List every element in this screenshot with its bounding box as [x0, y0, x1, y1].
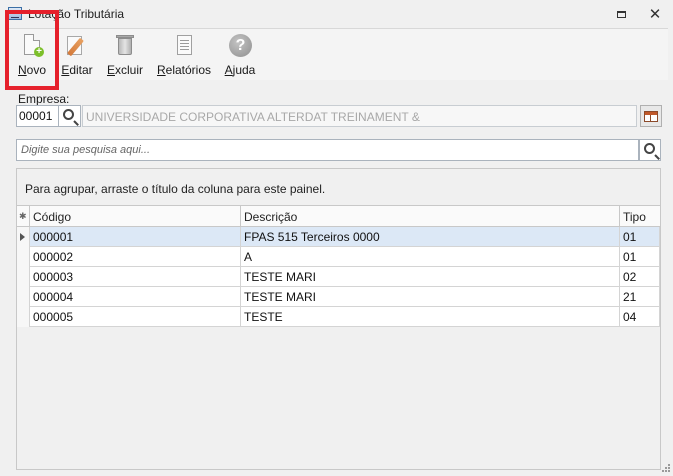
column-header-descricao[interactable]: Descrição	[241, 206, 620, 227]
column-header-codigo[interactable]: Código	[30, 206, 241, 227]
new-document-icon: +	[19, 33, 45, 59]
table-icon	[644, 111, 658, 122]
table-row[interactable]: 000005 TESTE 04	[17, 307, 660, 327]
table-row[interactable]: 000004 TESTE MARI 21	[17, 287, 660, 307]
cell-codigo: 000002	[30, 247, 241, 267]
row-indicator	[17, 267, 30, 287]
current-row-arrow-icon	[20, 233, 25, 241]
row-indicator	[17, 227, 30, 247]
excluir-label: xcluir	[115, 63, 144, 77]
grid-header: ✱ Código Descrição Tipo	[17, 206, 660, 227]
novo-label: ovo	[26, 63, 47, 77]
cell-descricao: TESTE MARI	[241, 287, 620, 307]
row-indicator	[17, 247, 30, 267]
novo-accel: N	[17, 63, 27, 77]
editar-label: ditar	[69, 63, 93, 77]
cell-tipo: 04	[620, 307, 660, 327]
search-input[interactable]: Digite sua pesquisa aqui...	[16, 139, 639, 161]
ajuda-button[interactable]: ? Ajuda	[222, 33, 258, 77]
cell-tipo: 01	[620, 247, 660, 267]
relatorios-label: elatórios	[165, 63, 212, 77]
restore-button[interactable]	[610, 5, 632, 23]
table-row[interactable]: 000003 TESTE MARI 02	[17, 267, 660, 287]
ajuda-accel: A	[224, 63, 233, 77]
editar-button[interactable]: Editar	[60, 33, 94, 77]
cell-descricao: TESTE MARI	[241, 267, 620, 287]
resize-grip[interactable]	[662, 464, 671, 473]
excluir-button[interactable]: Excluir	[106, 33, 144, 77]
empresa-label: Empresa:	[18, 92, 70, 106]
cell-tipo: 02	[620, 267, 660, 287]
empresa-table-button[interactable]	[640, 105, 662, 127]
data-grid: ✱ Código Descrição Tipo 000001 FPAS 515 …	[16, 205, 661, 470]
edit-pencil-icon	[64, 33, 90, 59]
row-indicator	[17, 287, 30, 307]
close-button[interactable]: ✕	[644, 5, 666, 23]
group-by-panel[interactable]: Para agrupar, arraste o título da coluna…	[16, 168, 661, 205]
app-icon	[8, 7, 22, 20]
cell-codigo: 000004	[30, 287, 241, 307]
search-icon	[63, 109, 74, 120]
report-icon	[171, 33, 197, 59]
cell-tipo: 01	[620, 227, 660, 247]
empresa-search-button[interactable]	[59, 105, 81, 127]
window-title: Lotação Tributária	[28, 7, 125, 21]
column-header-tipo[interactable]: Tipo	[620, 206, 660, 227]
title-bar: Lotação Tributária ✕	[0, 0, 673, 28]
table-row[interactable]: 000001 FPAS 515 Terceiros 0000 01	[17, 227, 660, 247]
group-by-hint: Para agrupar, arraste o título da coluna…	[25, 182, 326, 196]
help-icon: ?	[227, 33, 253, 59]
toolbar: + Novo Editar Excluir Relatórios ? Ajuda	[8, 28, 668, 80]
row-indicator	[17, 307, 30, 327]
cell-descricao: TESTE	[241, 307, 620, 327]
trash-icon	[112, 33, 138, 59]
search-icon	[644, 143, 655, 154]
relatorios-button[interactable]: Relatórios	[156, 33, 212, 77]
restore-icon	[616, 10, 626, 18]
ajuda-label: juda	[232, 63, 256, 77]
table-row[interactable]: 000002 A 01	[17, 247, 660, 267]
search-button[interactable]	[639, 139, 661, 161]
novo-button[interactable]: + Novo	[14, 33, 50, 77]
cell-codigo: 000005	[30, 307, 241, 327]
cell-descricao: FPAS 515 Terceiros 0000	[241, 227, 620, 247]
relatorios-accel: R	[156, 63, 166, 77]
cell-codigo: 000001	[30, 227, 241, 247]
grid-header-indicator[interactable]: ✱	[17, 206, 30, 227]
cell-codigo: 000003	[30, 267, 241, 287]
empresa-code-input[interactable]: 00001	[16, 105, 59, 127]
cell-descricao: A	[241, 247, 620, 267]
excluir-accel: E	[106, 63, 115, 77]
cell-tipo: 21	[620, 287, 660, 307]
empresa-name-field: UNIVERSIDADE CORPORATIVA ALTERDAT TREINA…	[82, 105, 637, 127]
